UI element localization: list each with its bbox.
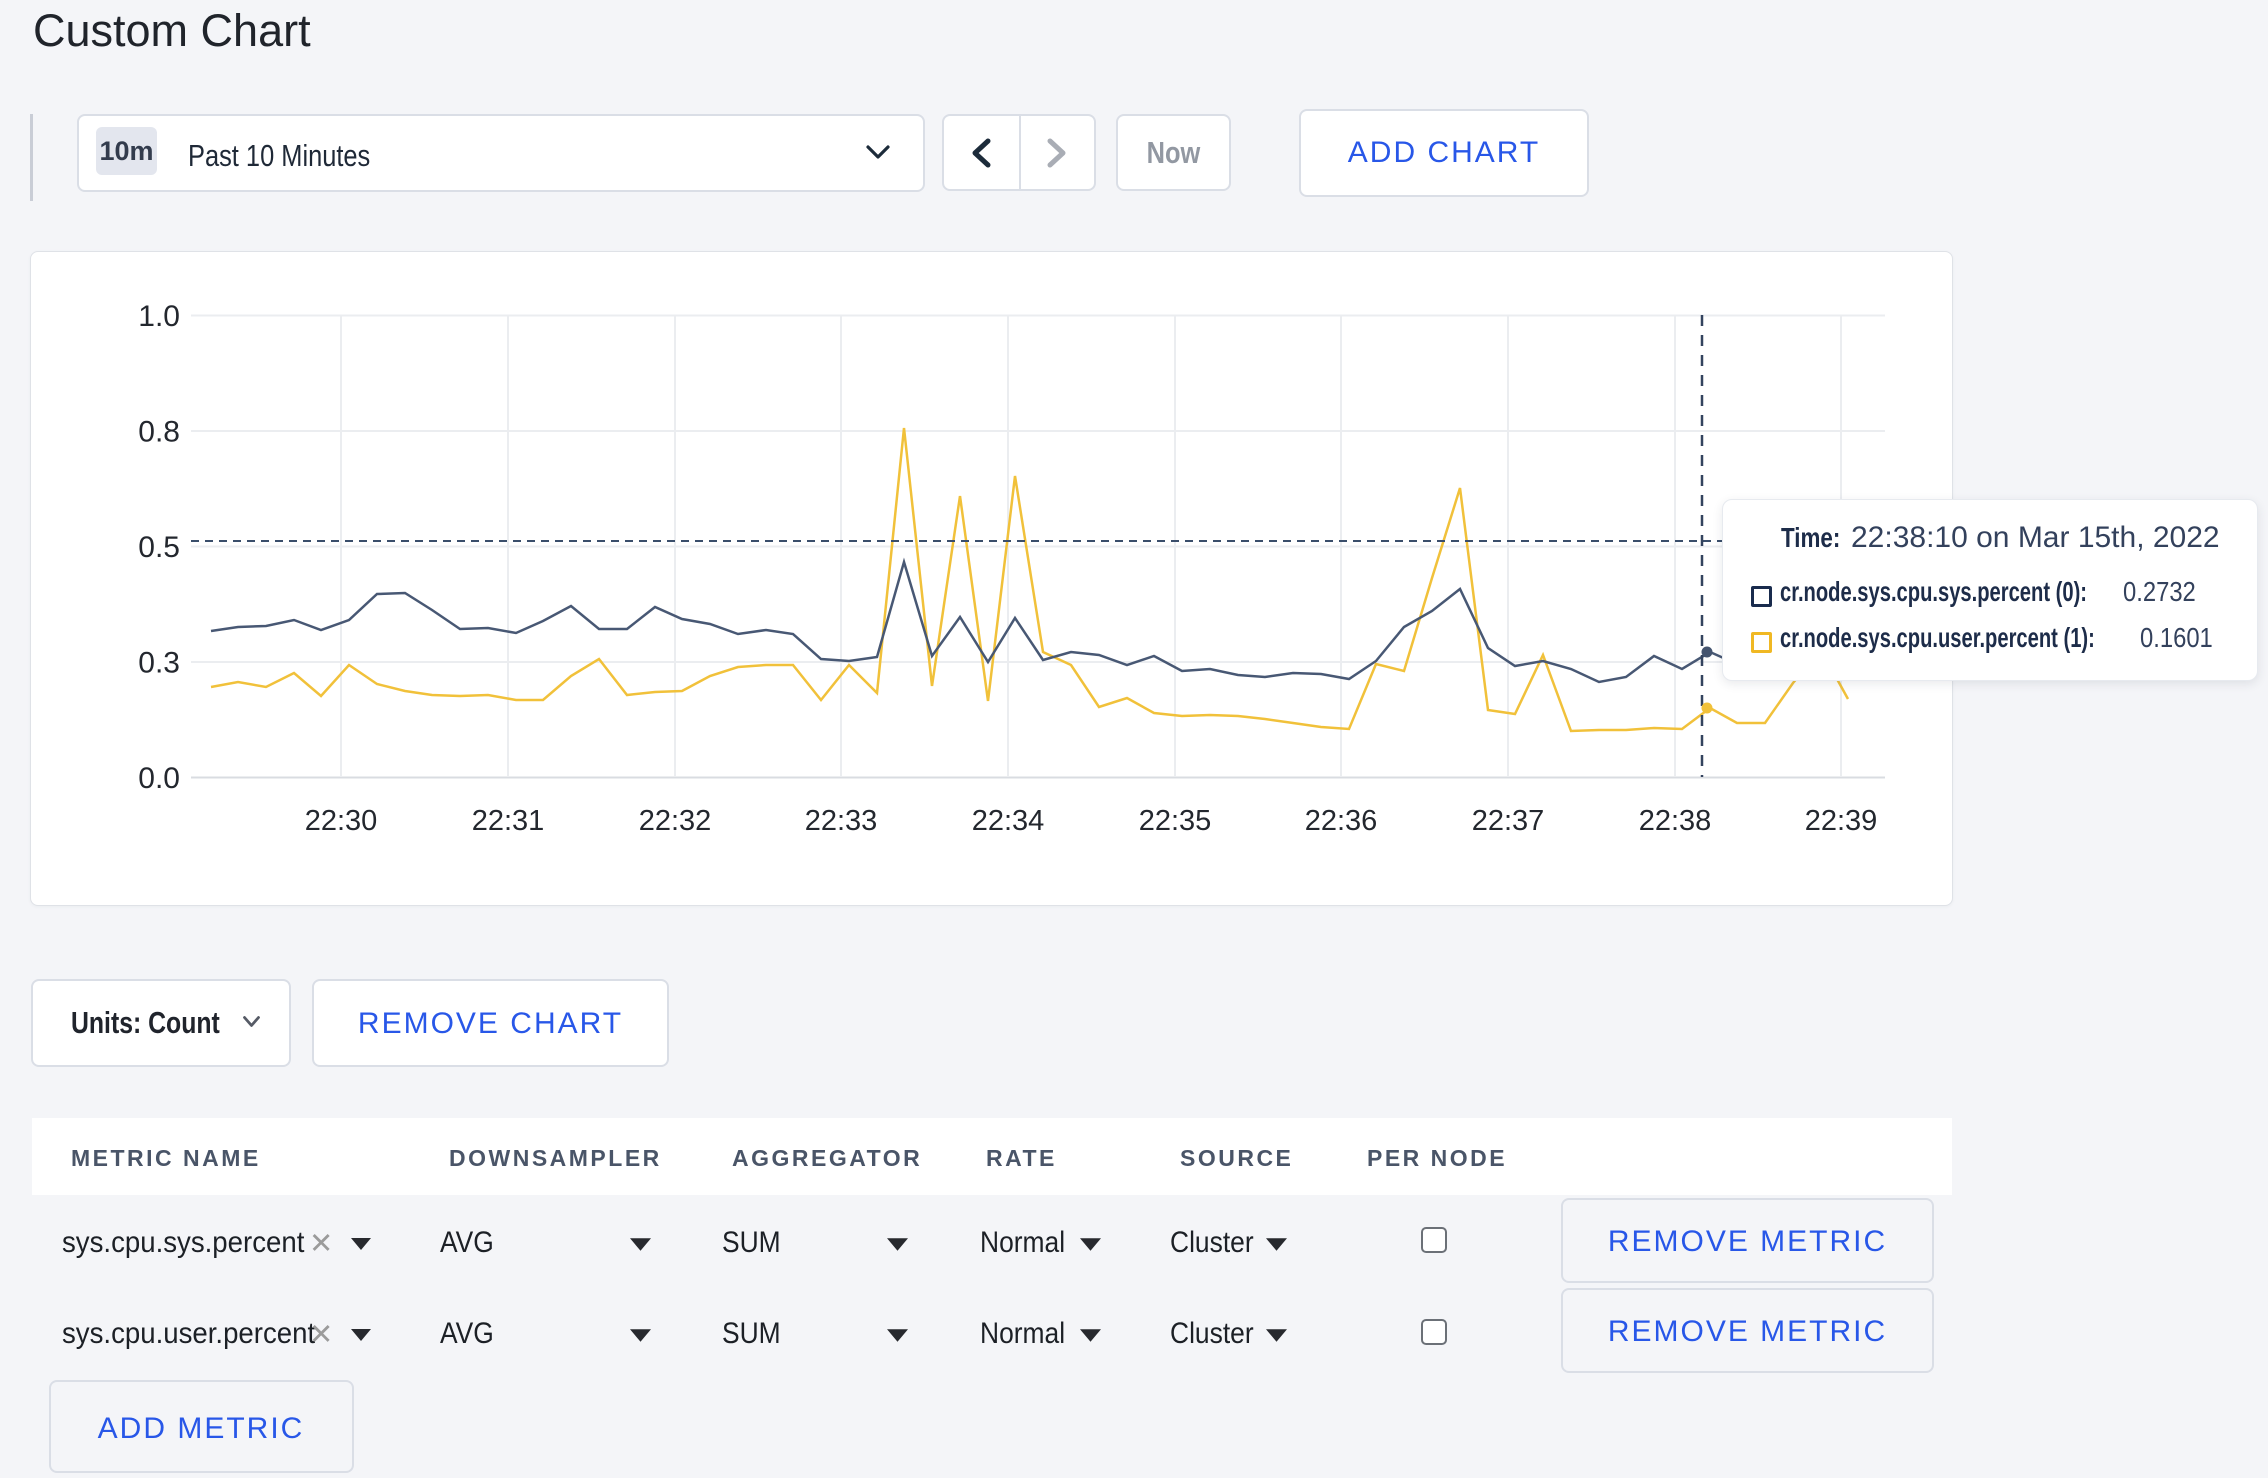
svg-text:22:37: 22:37 (1472, 805, 1545, 837)
svg-text:0.0: 0.0 (138, 762, 180, 795)
svg-text:22:35: 22:35 (1139, 805, 1212, 837)
svg-text:22:34: 22:34 (972, 805, 1045, 837)
svg-text:0.5: 0.5 (138, 531, 180, 564)
svg-text:22:39: 22:39 (1805, 805, 1878, 837)
svg-text:1.0: 1.0 (138, 300, 180, 333)
svg-text:0.8: 0.8 (138, 416, 180, 449)
svg-text:22:36: 22:36 (1305, 805, 1378, 837)
svg-text:22:31: 22:31 (472, 805, 545, 837)
svg-text:22:32: 22:32 (639, 805, 712, 837)
svg-text:22:33: 22:33 (805, 805, 878, 837)
svg-text:0.3: 0.3 (138, 647, 180, 680)
svg-text:22:30: 22:30 (305, 805, 378, 837)
svg-text:22:38: 22:38 (1639, 805, 1712, 837)
